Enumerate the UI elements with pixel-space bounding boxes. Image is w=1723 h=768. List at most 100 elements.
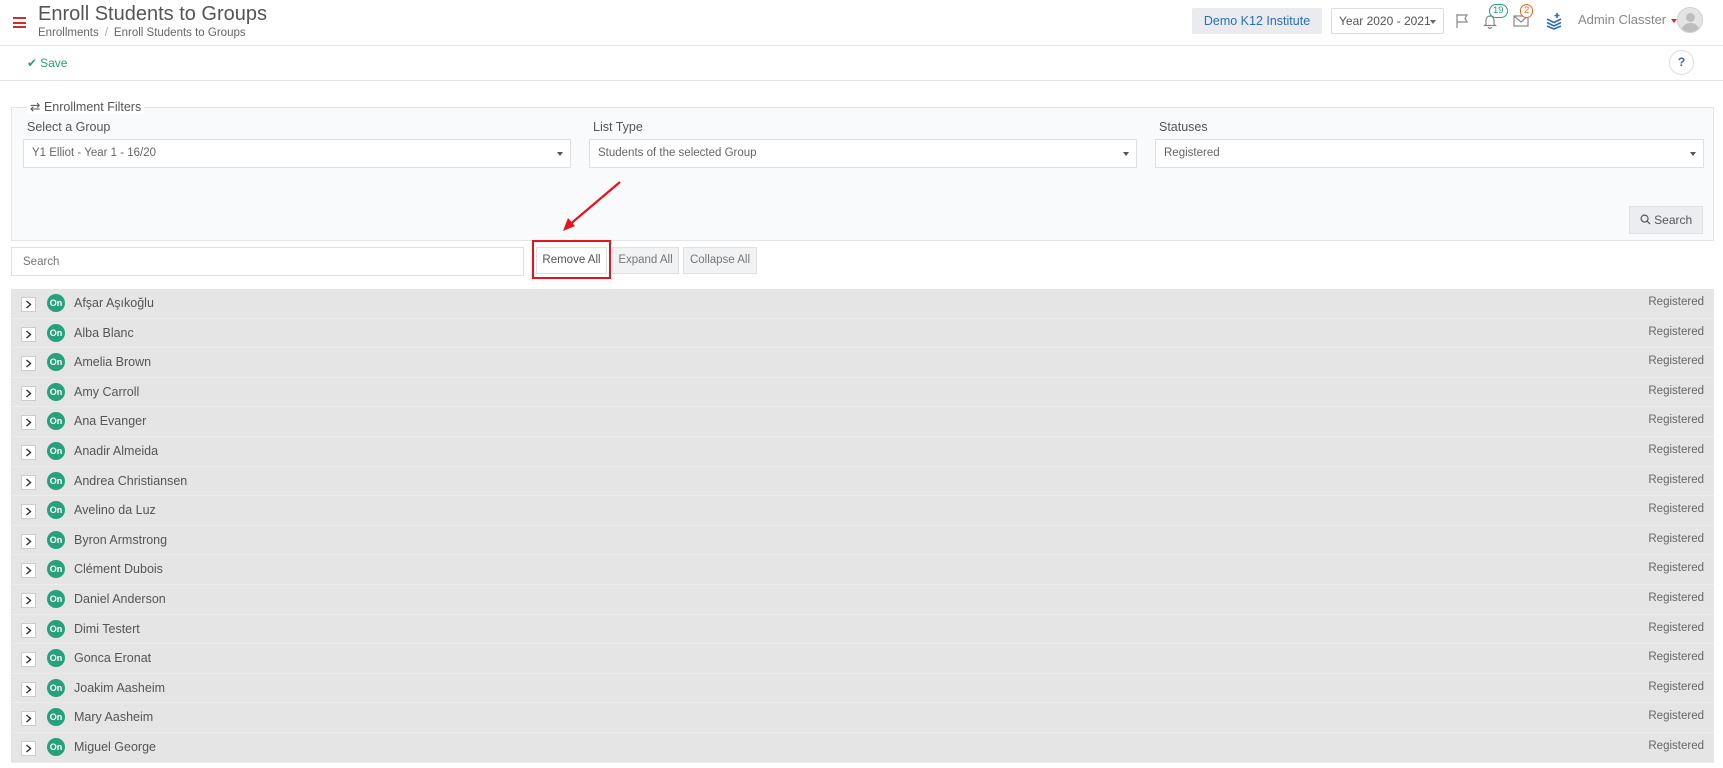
student-row[interactable]: On Anadir Almeida Registered <box>11 436 1714 467</box>
chevron-right-icon[interactable] <box>21 474 36 490</box>
status-badge: On <box>47 619 65 638</box>
save-button[interactable]: ✔ Save <box>27 56 67 70</box>
status-badge: On <box>47 382 65 401</box>
filters-legend: ⇄ Enrollment Filters <box>27 99 145 114</box>
chevron-right-icon[interactable] <box>21 622 36 638</box>
annotation-highlight-box <box>532 240 611 279</box>
avatar[interactable] <box>1677 7 1703 33</box>
breadcrumb-item-enrollments[interactable]: Enrollments <box>38 27 99 39</box>
chevron-right-icon[interactable] <box>21 326 36 342</box>
student-name: Clément Dubois <box>74 562 163 577</box>
top-header: Enroll Students to Groups Enrollments / En… <box>0 0 1723 46</box>
student-status: Registered <box>1648 473 1704 486</box>
list-type-label: List Type <box>593 120 643 134</box>
student-name: Amy Carroll <box>74 384 140 399</box>
student-name: Andrea Christiansen <box>74 473 188 488</box>
chevron-right-icon[interactable] <box>21 652 36 668</box>
status-badge: On <box>47 412 65 431</box>
status-badge: On <box>47 441 65 460</box>
student-name: Amelia Brown <box>74 355 152 370</box>
group-select-value: Y1 Elliot - Year 1 - 16/20 <box>32 147 157 159</box>
student-row[interactable]: On Alba Blanc Registered <box>11 318 1714 349</box>
student-status: Registered <box>1648 384 1704 397</box>
chevron-right-icon[interactable] <box>21 356 36 372</box>
breadcrumb-item-current: Enroll Students to Groups <box>113 27 246 39</box>
search-button-label: Search <box>1654 213 1693 227</box>
list-type-select[interactable]: Students of the selected Group <box>589 139 1137 168</box>
student-name: Mary Aasheim <box>74 710 154 725</box>
student-row[interactable]: On Afşar Aşıkoğlu Registered <box>11 289 1714 319</box>
student-status: Registered <box>1648 355 1704 368</box>
student-name: Daniel Anderson <box>74 591 166 606</box>
student-status: Registered <box>1648 591 1704 604</box>
statuses-select[interactable]: Registered <box>1155 139 1704 168</box>
student-row[interactable]: On Andrea Christiansen Registered <box>11 466 1714 497</box>
status-badge: On <box>47 471 65 490</box>
student-status: Registered <box>1648 532 1704 545</box>
student-status: Registered <box>1648 562 1704 575</box>
student-list: On Afşar Aşıkoğlu Registered On Alba Blanc Re… <box>11 289 1714 763</box>
student-status: Registered <box>1648 414 1704 427</box>
student-row[interactable]: On Miguel George Registered <box>11 732 1714 763</box>
student-status: Registered <box>1648 503 1704 516</box>
page-title: Enroll Students to Groups <box>38 3 268 25</box>
student-status: Registered <box>1648 739 1704 752</box>
group-label: Select a Group <box>27 120 111 134</box>
student-row[interactable]: On Clément Dubois Registered <box>11 555 1714 585</box>
bell-icon[interactable]: 19 <box>1479 4 1508 32</box>
chevron-right-icon[interactable] <box>21 711 36 727</box>
student-row[interactable]: On Amelia Brown Registered <box>11 348 1714 378</box>
flag-icon[interactable] <box>1451 10 1473 32</box>
search-button[interactable]: Search <box>1629 206 1703 234</box>
chevron-right-icon[interactable] <box>21 385 36 401</box>
chevron-right-icon[interactable] <box>21 504 36 520</box>
menu-icon[interactable] <box>13 17 26 28</box>
student-row[interactable]: On Gonca Eronat Registered <box>11 644 1714 674</box>
status-badge: On <box>47 323 65 342</box>
breadcrumb: Enrollments / Enroll Students to Groups <box>38 27 246 39</box>
chevron-right-icon[interactable] <box>21 740 36 756</box>
student-row[interactable]: On Daniel Anderson Registered <box>11 584 1714 615</box>
expand-all-button[interactable]: Expand All <box>612 247 679 274</box>
chevron-right-icon[interactable] <box>21 563 36 579</box>
envelope-icon[interactable]: 2 <box>1510 4 1534 32</box>
student-name: Anadir Almeida <box>74 443 159 458</box>
institute-button[interactable]: Demo K12 Institute <box>1192 8 1322 34</box>
chevron-right-icon[interactable] <box>21 592 36 608</box>
user-name: Admin Classter <box>1578 12 1667 27</box>
student-search-input[interactable] <box>11 247 524 276</box>
user-menu[interactable]: Admin Classter <box>1578 12 1678 27</box>
chevron-right-icon[interactable] <box>21 415 36 431</box>
student-row[interactable]: On Amy Carroll Registered <box>11 377 1714 408</box>
group-select[interactable]: Y1 Elliot - Year 1 - 16/20 <box>23 139 571 168</box>
chevron-right-icon[interactable] <box>21 444 36 460</box>
status-badge: On <box>47 678 65 697</box>
student-status: Registered <box>1648 651 1704 664</box>
student-status: Registered <box>1648 710 1704 723</box>
message-count-badge: 2 <box>1520 4 1534 18</box>
status-badge: On <box>47 708 65 727</box>
status-badge: On <box>47 294 65 312</box>
status-badge: On <box>47 589 65 608</box>
help-button[interactable]: ? <box>1669 50 1694 75</box>
annotation-arrow-icon <box>563 181 621 231</box>
student-row[interactable]: On Dimi Testert Registered <box>11 614 1714 645</box>
student-name: Dimi Testert <box>74 621 140 636</box>
student-row[interactable]: On Byron Armstrong Registered <box>11 525 1714 556</box>
student-status: Registered <box>1648 296 1704 308</box>
student-row[interactable]: On Ana Evanger Registered <box>11 407 1714 437</box>
search-icon <box>1640 214 1651 225</box>
statuses-select-value: Registered <box>1164 147 1220 159</box>
student-row[interactable]: On Joakim Aasheim Registered <box>11 673 1714 704</box>
student-name: Joakim Aasheim <box>74 680 166 695</box>
layers-icon[interactable] <box>1543 10 1565 32</box>
chevron-right-icon[interactable] <box>21 297 36 312</box>
enrollment-filters-panel <box>11 107 1714 241</box>
student-row[interactable]: On Avelino da Luz Registered <box>11 496 1714 526</box>
year-select[interactable]: Year 2020 - 2021 <box>1331 8 1444 34</box>
chevron-right-icon[interactable] <box>21 681 36 697</box>
student-row[interactable]: On Mary Aasheim Registered <box>11 703 1714 733</box>
chevron-right-icon[interactable] <box>21 533 36 549</box>
collapse-all-button[interactable]: Collapse All <box>683 247 757 274</box>
student-name: Ana Evanger <box>74 414 147 429</box>
